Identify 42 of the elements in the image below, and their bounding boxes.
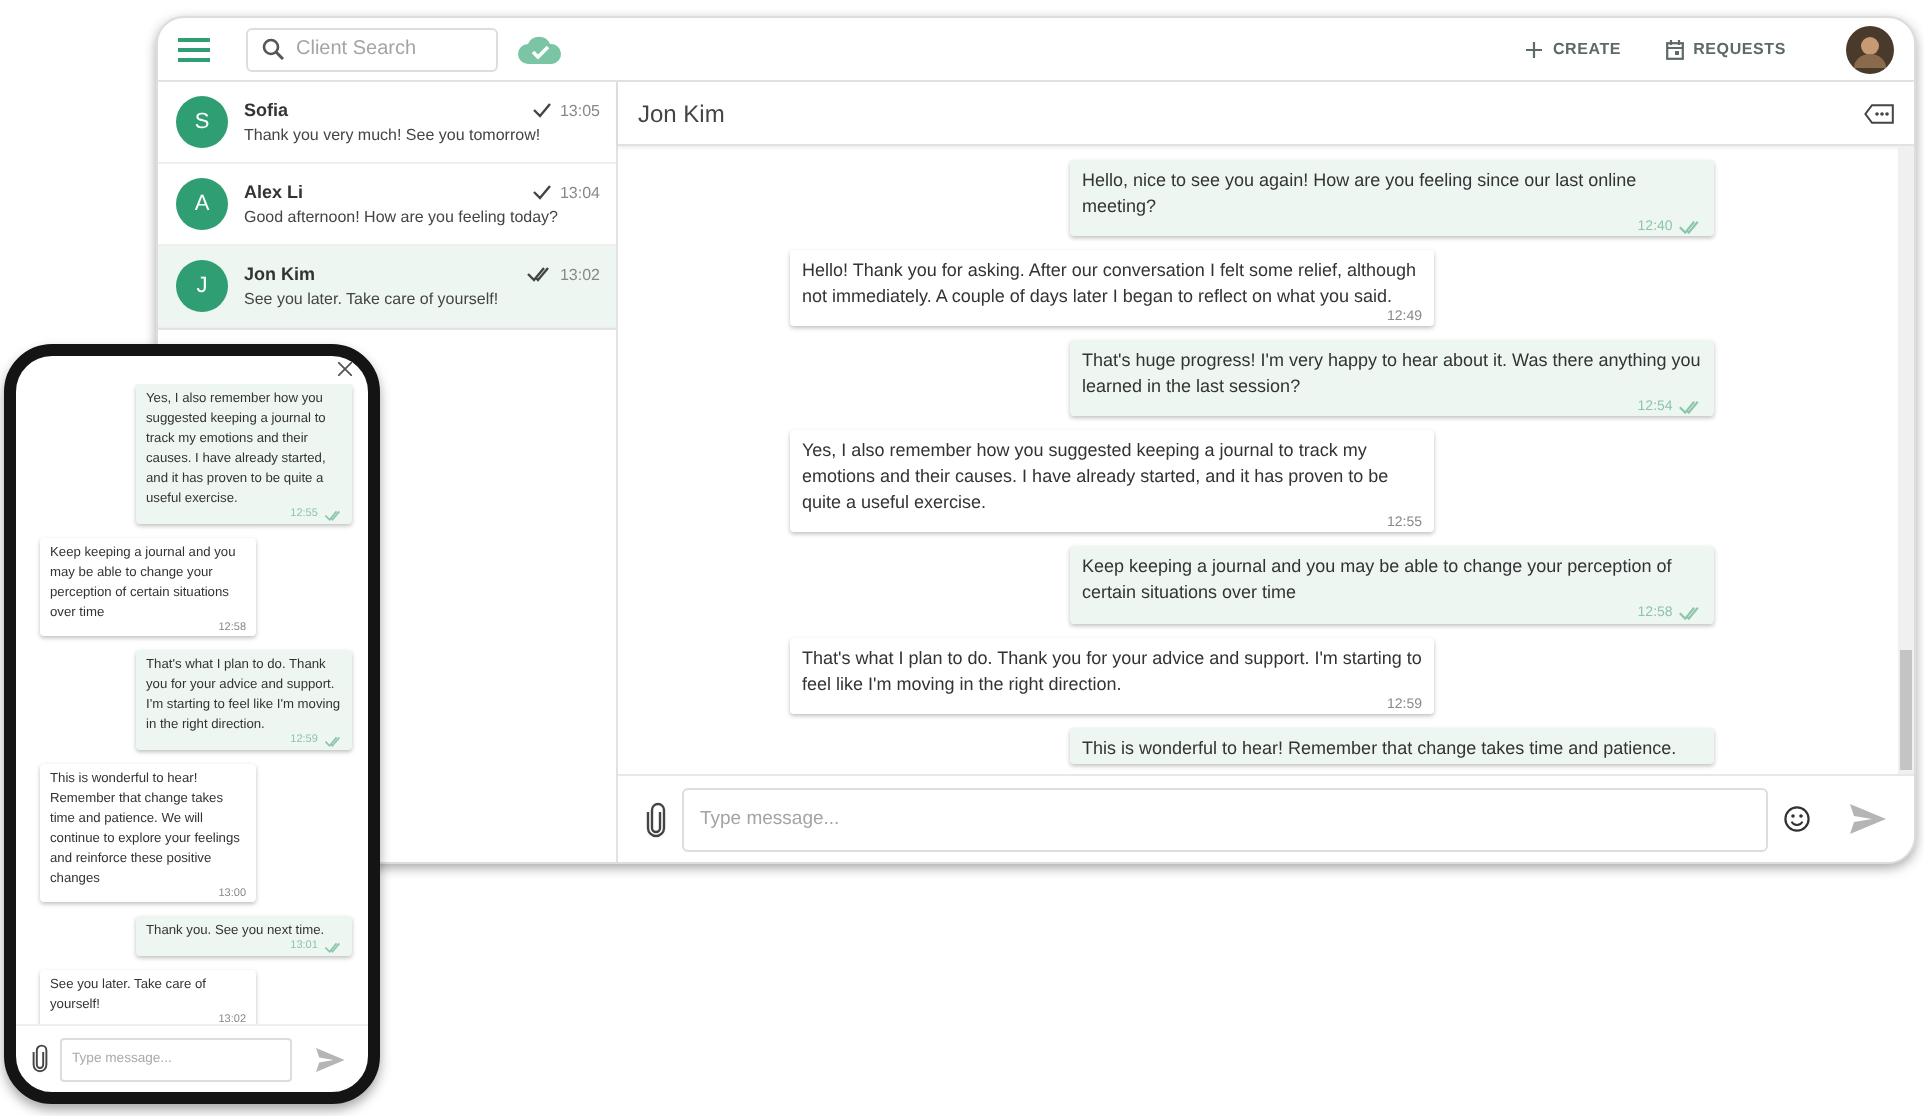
message-text: This is wonderful to hear! Remember that change takes time and patience. xyxy=(1082,735,1679,762)
message-time: 13:05 xyxy=(559,101,600,119)
calendar-icon xyxy=(1665,39,1684,59)
message-text: Hello! Thank you for asking. After our conversation I felt some relief, although not immediately. A couple of days later I began to reflect on what you said. xyxy=(802,258,1418,310)
send-icon xyxy=(1850,804,1886,834)
chat-title: Jon Kim xyxy=(638,99,727,127)
contact-name: Sofia xyxy=(244,100,291,120)
message-text: Hello, nice to see you again! How are you feeling since our last online meeting? xyxy=(1082,168,1639,220)
contact-name: Jon Kim xyxy=(244,264,318,284)
user-avatar[interactable] xyxy=(1846,25,1894,73)
message-text: That's huge progress! I'm very happy to hear about it. Was there anything you learned in the last session? xyxy=(1082,348,1702,400)
message-text: That's what I plan to do. Thank you for your advice and support. I'm starting to feel like I'm moving in the right direction. xyxy=(802,645,1422,698)
scrollbar[interactable] xyxy=(1898,146,1914,774)
plus-icon xyxy=(1526,41,1543,57)
search-field[interactable]: Client Search xyxy=(246,27,498,71)
message-time: 13:02 xyxy=(559,265,600,283)
contact-name: Alex Li xyxy=(244,182,306,202)
message-input[interactable]: Type message... xyxy=(682,787,1768,851)
contact-avatar: S xyxy=(176,96,228,148)
conversation-item[interactable]: S Sofia 13:05 Thank you very much! See you tomorrow! xyxy=(158,82,616,164)
contact-avatar: J xyxy=(176,260,228,312)
menu-icon[interactable] xyxy=(178,37,210,61)
paperclip-icon xyxy=(646,801,666,837)
requests-button[interactable]: REQUESTS xyxy=(1653,39,1798,59)
attach-button[interactable] xyxy=(32,1044,48,1074)
message-preview: Thank you very much! See you tomorrow! xyxy=(244,126,543,144)
search-icon xyxy=(262,38,284,60)
attach-button[interactable] xyxy=(646,801,666,837)
contact-avatar: A xyxy=(176,178,228,230)
paperclip-icon xyxy=(32,1044,48,1074)
message-preview: Good afternoon! How are you feeling today? xyxy=(244,208,560,226)
create-button[interactable]: CREATE xyxy=(1514,40,1634,58)
more-options-icon[interactable] xyxy=(1864,103,1894,123)
message-text: Yes, I also remember how you suggested keeping a journal to track my emotions and their causes. I have already started, and it has proven to be quite a useful exercise. xyxy=(802,438,1391,516)
conversation-item[interactable]: J Jon Kim 13:02 See you later. Take care of yourself! xyxy=(158,246,616,328)
message-text: Keep keeping a journal and you may be able to change your perception of certain situations over time xyxy=(1082,554,1674,606)
message-preview: See you later. Take care of yourself! xyxy=(244,290,501,308)
cloud-check-icon xyxy=(518,34,562,64)
send-icon xyxy=(316,1047,345,1071)
emoji-button[interactable] xyxy=(1784,806,1810,832)
conversation-item[interactable]: A Alex Li 13:04 Good afternoon! How are you feeling today? xyxy=(158,164,616,246)
message-time: 13:04 xyxy=(559,183,600,201)
